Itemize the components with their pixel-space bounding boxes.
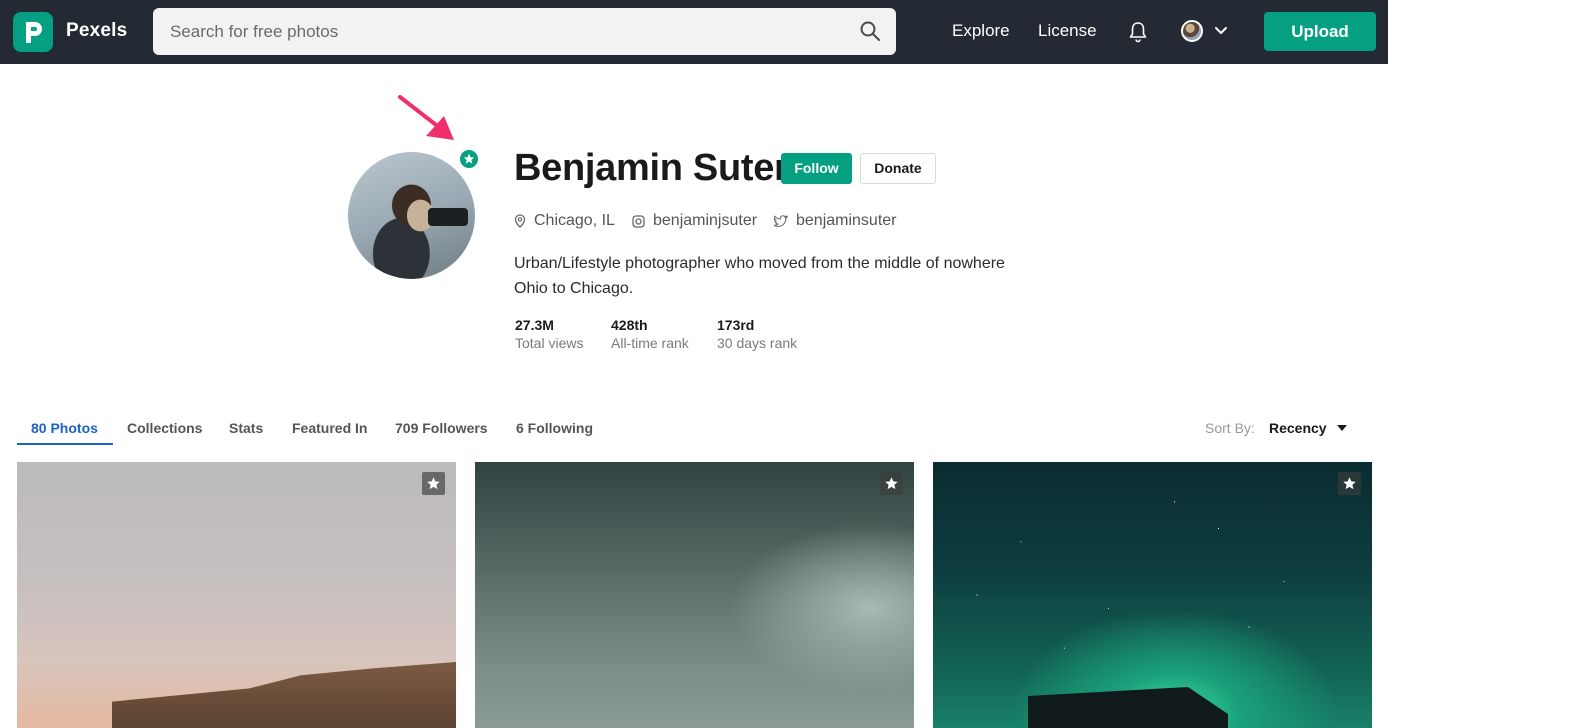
bell-icon[interactable] [1128, 21, 1148, 43]
location-item: Chicago, IL [514, 211, 615, 231]
night-stars [933, 462, 1372, 728]
stat-value: 173rd [717, 317, 755, 333]
instagram-item[interactable]: benjaminjsuter [632, 211, 757, 231]
stat-label: All-time rank [611, 335, 689, 351]
cliff-shape [112, 662, 456, 728]
search-icon[interactable] [859, 20, 881, 42]
tab-featured-in[interactable]: Featured In [292, 420, 367, 436]
tab-following[interactable]: 6 Following [516, 420, 593, 436]
twitter-icon [774, 215, 788, 227]
twitter-handle[interactable]: benjaminsuter [796, 212, 897, 230]
follow-button[interactable]: Follow [781, 153, 852, 184]
twitter-item[interactable]: benjaminsuter [774, 211, 897, 231]
stat-label: Total views [515, 335, 584, 351]
stat-value: 27.3M [515, 317, 554, 333]
stat-value: 428th [611, 317, 648, 333]
profile-bio: Urban/Lifestyle photographer who moved f… [514, 255, 1005, 297]
pexels-logo-icon[interactable] [13, 12, 53, 52]
tab-collections[interactable]: Collections [127, 420, 202, 436]
camera-icon [428, 208, 468, 226]
nav-license-link[interactable]: License [1038, 21, 1097, 41]
stat-all-time-rank: 428th All-time rank [611, 317, 689, 351]
chevron-down-icon[interactable] [1213, 25, 1229, 37]
foggy-sky-photo[interactable] [475, 462, 914, 728]
star-icon[interactable] [422, 472, 445, 495]
tab-stats[interactable]: Stats [229, 420, 263, 436]
aurora-night-photo[interactable] [933, 462, 1372, 728]
coastal-cliff-photo[interactable] [17, 462, 456, 728]
featured-badge-icon [458, 148, 480, 170]
sort-label: Sort By: [1205, 420, 1255, 436]
sort-dropdown[interactable]: Recency [1269, 420, 1327, 436]
caret-down-icon[interactable] [1337, 425, 1347, 431]
nav-explore-link[interactable]: Explore [952, 21, 1010, 41]
location-pin-icon [514, 214, 526, 228]
annotation-arrow-icon [398, 95, 454, 140]
stat-label: 30 days rank [717, 335, 798, 351]
instagram-handle[interactable]: benjaminjsuter [653, 212, 757, 230]
top-navigation-bar: Pexels Explore License Upload [0, 0, 1388, 64]
profile-name: Benjamin Suter [514, 147, 789, 189]
user-avatar[interactable] [1181, 20, 1203, 42]
star-icon[interactable] [880, 472, 903, 495]
tab-followers[interactable]: 709 Followers [395, 420, 488, 436]
location-text: Chicago, IL [534, 212, 615, 229]
stat-total-views: 27.3M Total views [515, 317, 583, 351]
tab-photos[interactable]: 80 Photos [31, 420, 98, 436]
stat-30-days-rank: 173rd 30 days rank [717, 317, 797, 351]
donate-button[interactable]: Donate [860, 153, 936, 184]
active-tab-indicator [17, 443, 113, 445]
search-input[interactable] [153, 8, 843, 55]
logo-text[interactable]: Pexels [66, 20, 127, 42]
search-bar [153, 8, 896, 55]
star-icon[interactable] [1338, 472, 1361, 495]
upload-button[interactable]: Upload [1264, 12, 1376, 51]
profile-avatar [348, 152, 475, 279]
instagram-icon [632, 214, 645, 228]
